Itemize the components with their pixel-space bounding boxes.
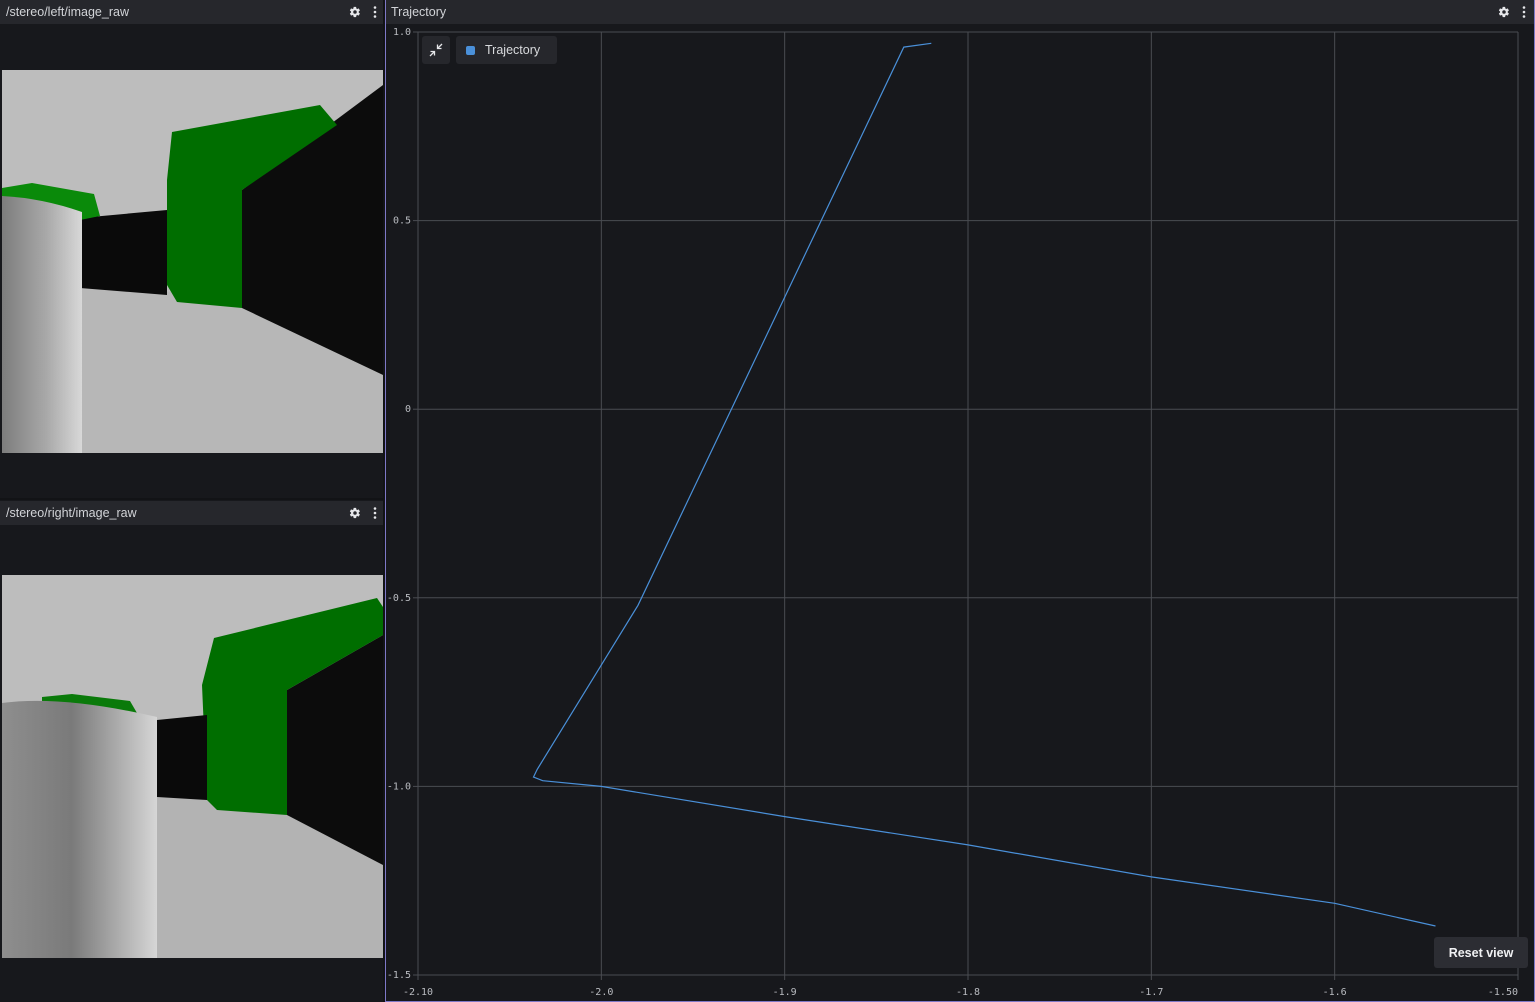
panel-header: /stereo/left/image_raw	[0, 0, 385, 24]
panel-header: /stereo/right/image_raw	[0, 501, 385, 525]
camera-view[interactable]	[0, 529, 385, 1002]
gear-icon[interactable]	[345, 2, 365, 22]
panel-header: Trajectory	[386, 0, 1534, 24]
more-vertical-icon[interactable]	[365, 2, 385, 22]
panel-title: /stereo/left/image_raw	[6, 5, 129, 19]
gear-icon[interactable]	[345, 503, 365, 523]
right-camera-image	[2, 575, 383, 958]
left-camera-image	[2, 70, 383, 453]
gear-icon[interactable]	[1494, 2, 1514, 22]
legend-item-trajectory[interactable]: Trajectory	[456, 36, 557, 64]
legend-label: Trajectory	[485, 43, 541, 57]
trajectory-panel: Trajectory	[385, 0, 1535, 1002]
reset-view-button[interactable]: Reset view	[1434, 937, 1528, 968]
more-vertical-icon[interactable]	[1514, 2, 1534, 22]
collapse-legend-button[interactable]	[422, 36, 450, 64]
panel-title: Trajectory	[391, 5, 447, 19]
camera-view[interactable]	[0, 24, 385, 498]
panel-title: /stereo/right/image_raw	[6, 506, 137, 520]
right-camera-panel: /stereo/right/image_raw	[0, 500, 385, 1002]
left-camera-panel: /stereo/left/image_raw	[0, 0, 385, 498]
more-vertical-icon[interactable]	[365, 503, 385, 523]
legend-swatch	[466, 45, 475, 55]
collapse-arrows-icon	[429, 43, 443, 57]
